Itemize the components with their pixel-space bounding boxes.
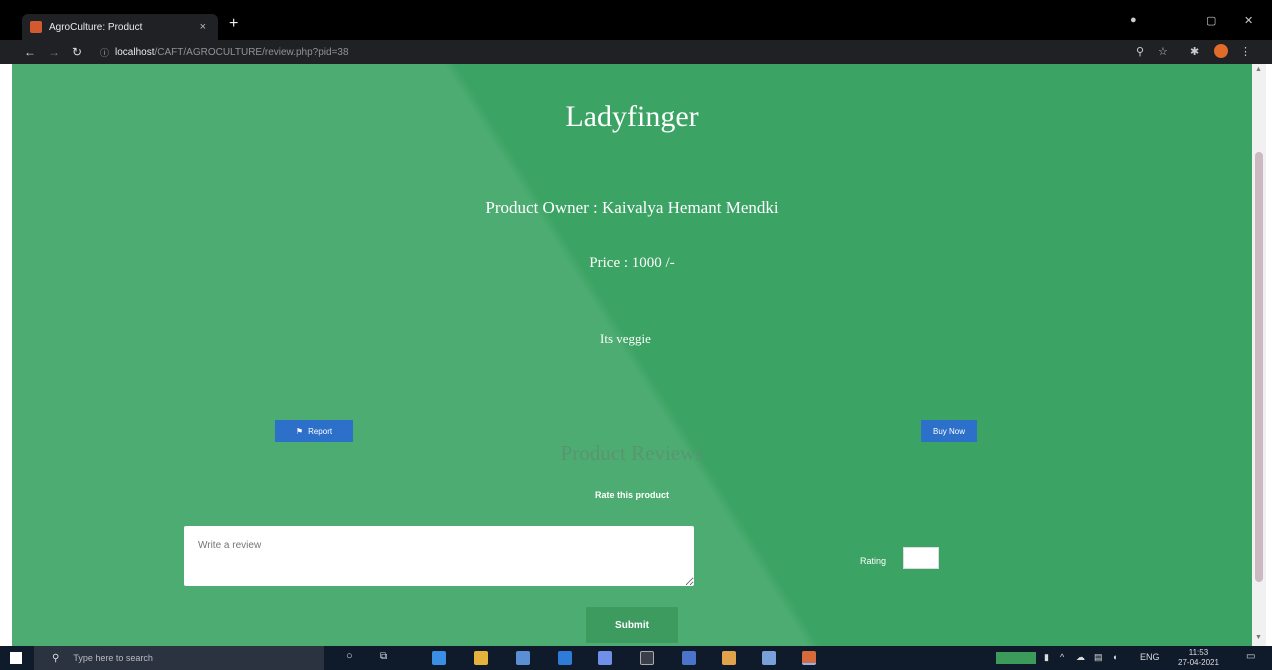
tray-chevron-icon[interactable]: ^ bbox=[1060, 652, 1064, 662]
submit-button[interactable]: Submit bbox=[586, 607, 678, 643]
url-host: localhost bbox=[115, 46, 155, 58]
product-description: Its veggie bbox=[600, 331, 651, 346]
buy-now-button-label: Buy Now bbox=[932, 426, 965, 436]
taskbar-search-placeholder: Type here to search bbox=[73, 653, 153, 663]
extensions-icon[interactable]: ✱ bbox=[1190, 45, 1199, 58]
zoom-app-icon[interactable] bbox=[762, 651, 776, 665]
notifications-icon[interactable]: ▭ bbox=[1246, 651, 1255, 662]
page-left-edge bbox=[0, 64, 12, 646]
account-icon[interactable]: ● bbox=[1130, 14, 1137, 26]
windows-start-icon[interactable] bbox=[10, 652, 22, 664]
task-view-icon[interactable]: ⧉ bbox=[380, 651, 387, 662]
back-arrow-icon[interactable]: ← bbox=[24, 45, 36, 59]
mail-icon[interactable] bbox=[558, 651, 572, 665]
report-button[interactable]: ⚑ Report bbox=[275, 420, 353, 442]
volume-icon[interactable]: ◖ bbox=[1112, 652, 1117, 662]
bookmark-star-icon[interactable]: ☆ bbox=[1158, 45, 1168, 58]
tab-close-icon[interactable]: × bbox=[200, 21, 206, 33]
scroll-up-icon[interactable]: ▲ bbox=[1255, 66, 1262, 73]
page-viewport: Ladyfinger Product Owner : Kaivalya Hema… bbox=[12, 64, 1252, 646]
clock-date: 27-04-2021 bbox=[1178, 658, 1219, 667]
browser-tab[interactable]: AgroCulture: Product × bbox=[22, 14, 218, 40]
file-explorer-icon[interactable] bbox=[474, 651, 488, 665]
reload-icon[interactable]: ↻ bbox=[72, 45, 82, 59]
scrollbar-thumb[interactable] bbox=[1255, 152, 1263, 582]
report-button-label: Report bbox=[308, 426, 333, 436]
windows-taskbar: ⚲ Type here to search ○ ⧉ ▮ ^ ☁ ▤ ◖ ENG … bbox=[0, 646, 1272, 670]
chrome-icon[interactable] bbox=[802, 651, 816, 665]
cloud-icon[interactable]: ☁ bbox=[1076, 652, 1085, 663]
product-reviews-heading: Product Reviews bbox=[560, 441, 704, 465]
review-textarea[interactable] bbox=[184, 526, 694, 586]
product-owner: Product Owner : Kaivalya Hemant Mendki bbox=[485, 198, 779, 217]
flag-icon: ⚑ bbox=[295, 426, 304, 436]
browser-tab-bar: AgroCulture: Product × + ● ▢ ✕ bbox=[0, 0, 1272, 40]
browser-toolbar: ← → ↻ ⓘ localhost /CAFT/AGROCULTURE/revi… bbox=[0, 40, 1272, 64]
zoom-icon[interactable]: ⚲ bbox=[1136, 45, 1144, 58]
favicon-icon bbox=[30, 21, 42, 33]
wifi-icon[interactable]: ▤ bbox=[1094, 652, 1103, 663]
notes-icon[interactable] bbox=[598, 651, 612, 665]
store-icon[interactable] bbox=[516, 651, 530, 665]
rating-label: Rating bbox=[860, 556, 887, 566]
buy-now-button[interactable]: Buy Now bbox=[921, 420, 977, 442]
product-title: Ladyfinger bbox=[565, 100, 699, 133]
forward-arrow-icon[interactable]: → bbox=[48, 45, 60, 59]
submit-button-label: Submit bbox=[615, 619, 649, 631]
new-tab-icon[interactable]: + bbox=[229, 16, 238, 32]
cortana-icon[interactable]: ○ bbox=[346, 650, 353, 662]
clock-time: 11:53 bbox=[1188, 648, 1209, 657]
terminal-icon[interactable] bbox=[640, 651, 654, 665]
scroll-down-icon[interactable]: ▼ bbox=[1255, 634, 1262, 641]
taskbar-search[interactable]: ⚲ Type here to search bbox=[34, 646, 324, 670]
close-window-icon[interactable]: ✕ bbox=[1244, 14, 1253, 27]
menu-kebab-icon[interactable]: ⋮ bbox=[1240, 45, 1251, 58]
search-icon: ⚲ bbox=[52, 652, 60, 664]
edge-icon[interactable] bbox=[432, 651, 446, 665]
page-right-edge bbox=[1266, 64, 1272, 646]
rate-product-label: Rate this product bbox=[594, 490, 669, 500]
network-icon[interactable]: ▮ bbox=[1044, 652, 1049, 663]
page-scrollbar[interactable]: ▲ ▼ bbox=[1252, 64, 1266, 646]
system-clock[interactable]: 11:53 27-04-2021 bbox=[1178, 648, 1219, 668]
vscode-icon[interactable] bbox=[682, 651, 696, 665]
profile-avatar[interactable] bbox=[1214, 44, 1228, 58]
rating-input[interactable] bbox=[903, 547, 939, 569]
url-path: /CAFT/AGROCULTURE/review.php?pid=38 bbox=[154, 46, 349, 58]
product-price: Price : 1000 /- bbox=[589, 255, 675, 271]
info-icon[interactable]: ⓘ bbox=[100, 46, 109, 59]
xampp-icon[interactable] bbox=[722, 651, 736, 665]
battery-indicator[interactable] bbox=[996, 652, 1036, 664]
restore-window-icon[interactable]: ▢ bbox=[1206, 14, 1216, 27]
address-bar[interactable]: ⓘ localhost /CAFT/AGROCULTURE/review.php… bbox=[100, 43, 1120, 61]
language-indicator[interactable]: ENG bbox=[1140, 652, 1160, 662]
tab-title: AgroCulture: Product bbox=[49, 21, 143, 33]
